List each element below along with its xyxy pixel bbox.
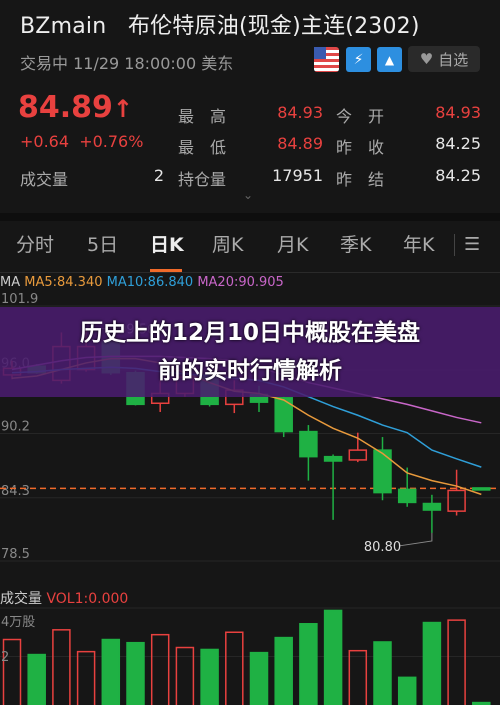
volume-bar — [373, 641, 392, 705]
volume-bar — [76, 650, 96, 705]
volume-top-tick: 4万股 — [1, 615, 36, 630]
candle-body — [447, 489, 466, 512]
volume-bar — [126, 641, 145, 705]
candle-body — [299, 430, 318, 458]
volume-bar — [150, 633, 170, 705]
y-tick-label: 84.3 — [1, 484, 30, 499]
candle-body — [323, 455, 343, 462]
candle-body — [373, 449, 392, 494]
headline-text: 历史上的12月10日中概股在美盘前的实时行情解析 — [80, 320, 421, 384]
volume-bar — [200, 648, 219, 705]
volume-bar — [299, 623, 318, 705]
low-annotation-leader — [398, 532, 433, 547]
volume-bar — [397, 676, 417, 705]
volume-bar — [27, 653, 46, 705]
volume-mid-tick: 2 — [1, 650, 10, 665]
volume-bar — [52, 629, 71, 705]
low-annotation: 80.80 — [364, 540, 401, 555]
volume-title: 成交量 — [0, 591, 42, 607]
volume-bar — [249, 651, 269, 705]
y-tick-label: 90.2 — [1, 420, 30, 435]
y-tick-label: 101.9 — [1, 292, 38, 307]
volume-legend: 成交量 VOL1:0.000 — [0, 588, 128, 608]
volume-bar — [225, 631, 244, 705]
y-tick-label: 78.5 — [1, 547, 30, 562]
headline-banner: 历史上的12月10日中概股在美盘前的实时行情解析 — [0, 307, 500, 397]
volume-bar — [348, 649, 368, 705]
candle-body — [422, 502, 442, 511]
candle-body — [397, 488, 417, 504]
volume-bar — [447, 619, 466, 705]
candle-body — [472, 487, 491, 491]
candle-body — [348, 449, 368, 461]
volume-bar — [422, 621, 442, 705]
volume-bar — [101, 638, 121, 705]
volume-bar — [274, 636, 293, 705]
volume-bar — [323, 609, 343, 705]
vol1-legend: VOL1:0.000 — [46, 591, 129, 607]
